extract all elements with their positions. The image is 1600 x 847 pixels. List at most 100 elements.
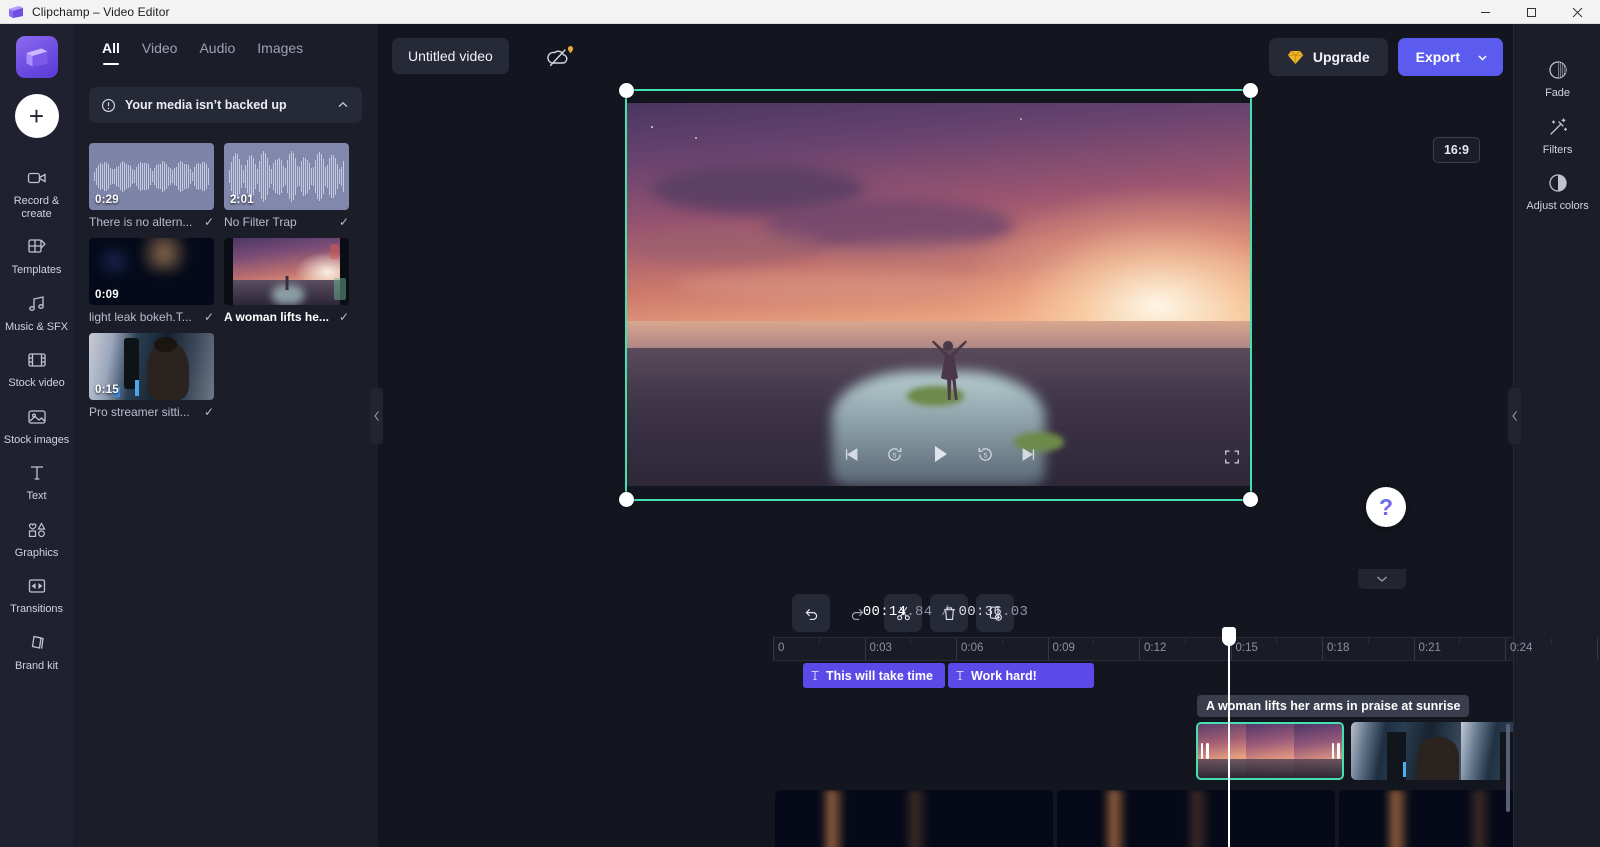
media-item-caption: Pro streamer sitti... ✓ [89, 405, 214, 419]
media-thumbnail[interactable] [224, 238, 349, 305]
waveform-bar [289, 153, 290, 200]
resize-handle-bottom-right[interactable] [1243, 492, 1258, 507]
waveform-bar [178, 163, 179, 190]
text-clip[interactable]: Work hard! [948, 663, 1094, 688]
panel-item-adjust-colors[interactable]: Adjust colors [1514, 163, 1600, 220]
panel-item-fade[interactable]: Fade [1514, 50, 1600, 107]
timeline-ruler[interactable]: 00:030:060:090:120:150:180:210:240:270:3… [773, 637, 1598, 661]
trim-handle-right[interactable] [1329, 724, 1342, 778]
trim-handle-left[interactable] [1198, 724, 1211, 778]
timeline-vertical-scrollbar[interactable] [1506, 724, 1510, 812]
tab-images[interactable]: Images [257, 40, 303, 65]
resize-handle-top-left[interactable] [619, 83, 634, 98]
video-clip-selected[interactable] [1196, 722, 1344, 780]
media-thumbnail[interactable]: 2:01 [224, 143, 349, 210]
sidebar-item-label: Stock images [3, 433, 70, 446]
media-thumbnail[interactable]: 0:15 [89, 333, 214, 400]
time-total-frac: .03 [1002, 604, 1029, 620]
tab-video[interactable]: Video [142, 40, 178, 65]
waveform-bar [279, 158, 280, 195]
media-item[interactable]: 0:09 light leak bokeh.T... ✓ [89, 238, 214, 324]
media-item-caption: light leak bokeh.T... ✓ [89, 310, 214, 324]
close-button[interactable] [1554, 0, 1600, 24]
contrast-icon [1547, 172, 1569, 194]
project-title-input[interactable]: Untitled video [392, 38, 509, 74]
waveform-bar [263, 151, 264, 202]
waveform-bar [331, 154, 332, 199]
waveform-bar [313, 166, 314, 187]
backup-notice[interactable]: Your media isn’t backed up [89, 87, 362, 123]
media-item[interactable]: 0:15 Pro streamer sitti... ✓ [89, 333, 214, 419]
clip-tooltip: A woman lifts her arms in praise at sunr… [1197, 695, 1470, 717]
add-media-button[interactable]: + [14, 94, 59, 138]
ruler-tick-minor [818, 638, 820, 645]
help-button[interactable]: ? [1366, 487, 1406, 527]
overlay-clip[interactable] [1057, 790, 1335, 847]
waveform-bar [196, 163, 197, 190]
sidebar-item-stock-images[interactable]: Stock images [0, 397, 73, 454]
window-titlebar: Clipchamp – Video Editor [0, 0, 1600, 24]
media-item-selected[interactable]: A woman lifts he... ✓ [224, 238, 349, 324]
media-thumbnail[interactable]: 0:09 [89, 238, 214, 305]
ruler-tick-minor [1550, 638, 1552, 645]
collapse-properties-panel-button[interactable] [1508, 388, 1521, 444]
minimize-button[interactable] [1462, 0, 1508, 24]
cloud-off-premium-icon[interactable] [546, 42, 580, 72]
window-controls [1462, 0, 1600, 24]
waveform-bar [180, 161, 181, 192]
tab-audio[interactable]: Audio [199, 40, 235, 65]
sidebar-item-label: Brand kit [15, 659, 58, 672]
waveform-bar [136, 167, 137, 186]
ruler-label: 0 [778, 642, 785, 654]
media-item[interactable]: 0:29 There is no altern... ✓ [89, 143, 214, 229]
panel-item-filters[interactable]: Filters [1514, 107, 1600, 164]
waveform-bar [275, 160, 276, 193]
tab-all[interactable]: All [102, 40, 120, 65]
sidebar-item-graphics[interactable]: Graphics [0, 510, 73, 567]
ruler-label: 0:27 [1597, 642, 1600, 654]
sidebar-item-music-sfx[interactable]: Music & SFX [0, 284, 73, 341]
sidebar-item-transitions[interactable]: Transitions [0, 566, 73, 623]
resize-handle-top-right[interactable] [1243, 83, 1258, 98]
waveform-bar [293, 152, 294, 201]
upgrade-button[interactable]: Upgrade [1268, 38, 1388, 76]
ruler-label: 0:03 [869, 642, 892, 654]
sidebar-item-text[interactable]: Text [0, 453, 73, 510]
ruler-tick-minor [1001, 638, 1003, 645]
waveform-bar [305, 157, 306, 196]
waveform-bar [247, 160, 248, 193]
media-panel: All Video Audio Images Your media isn’t … [73, 24, 378, 847]
waveform-bar [170, 167, 171, 186]
sidebar-item-record-create[interactable]: Record & create [0, 158, 73, 227]
overlay-clip[interactable] [1339, 790, 1513, 847]
waveform-bar [200, 163, 201, 190]
video-clip[interactable] [1351, 722, 1513, 780]
waveform-bar [194, 167, 195, 186]
waveform-bar [168, 166, 169, 187]
waveform-bar [241, 164, 242, 189]
panel-item-label: Fade [1545, 87, 1570, 99]
waveform-bar [291, 151, 292, 202]
export-label: Export [1415, 49, 1460, 65]
waveform-bar [192, 171, 193, 182]
sidebar-item-brand-kit[interactable]: Brand kit [0, 623, 73, 680]
resize-handle-bottom-left[interactable] [619, 492, 634, 507]
waveform-bar [329, 158, 330, 195]
video-preview: 5 5 [619, 83, 1258, 507]
waveform-bar [257, 168, 258, 185]
sidebar-item-stock-video[interactable]: Stock video [0, 340, 73, 397]
waveform-bar [243, 169, 244, 184]
waveform-bar [325, 167, 326, 186]
text-clip[interactable]: This will take time [803, 663, 945, 688]
waveform-bar [285, 167, 286, 186]
aspect-ratio-badge[interactable]: 16:9 [1433, 137, 1480, 163]
media-thumbnail[interactable]: 0:29 [89, 143, 214, 210]
sidebar-item-templates[interactable]: Templates [0, 227, 73, 284]
media-item[interactable]: 2:01 No Filter Trap ✓ [224, 143, 349, 229]
overlay-clip[interactable] [775, 790, 1053, 847]
collapse-timeline-button[interactable] [1358, 569, 1406, 589]
chevron-up-icon[interactable] [336, 98, 350, 112]
export-button[interactable]: Export [1397, 38, 1503, 76]
maximize-button[interactable] [1508, 0, 1554, 24]
panel-item-label: Filters [1542, 143, 1573, 156]
